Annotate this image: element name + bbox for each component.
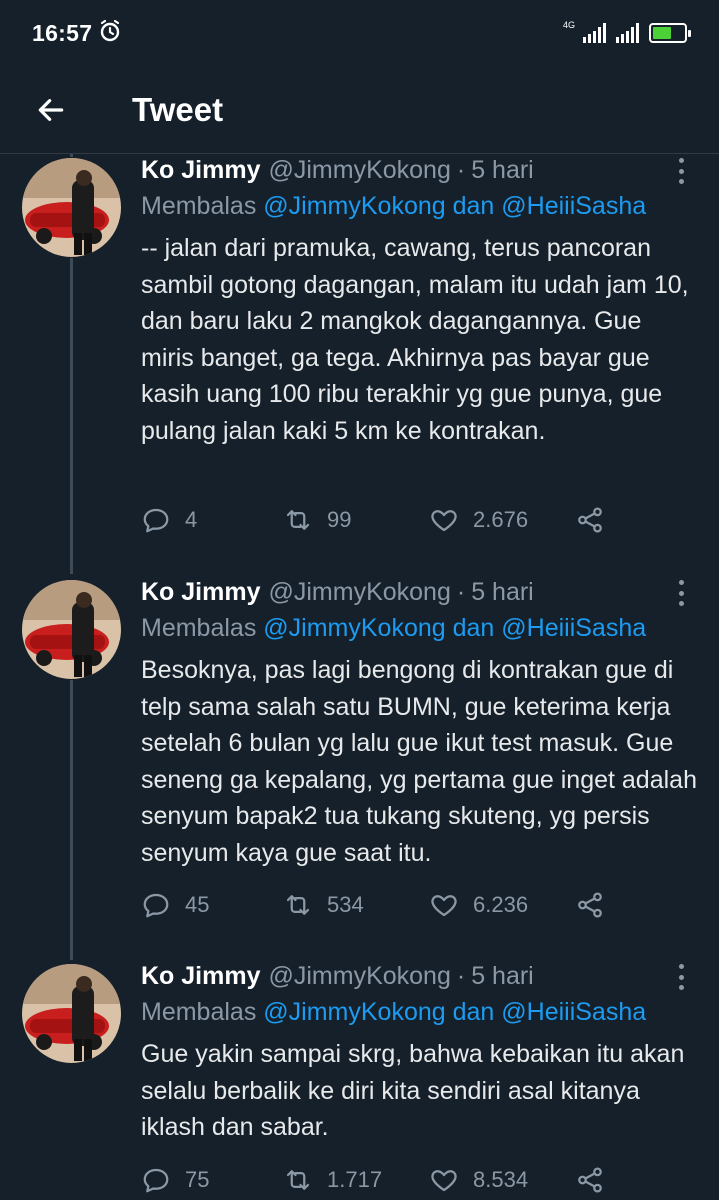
reply-context: Membalas @JimmyKokong dan @HeiiiSasha xyxy=(141,192,691,221)
tweet-item[interactable]: Ko Jimmy @JimmyKokong · 5 hari Membalas … xyxy=(0,960,719,1200)
reply-count: 75 xyxy=(185,1167,210,1192)
reply-mentions-link[interactable]: @JimmyKokong dan @HeiiiSasha xyxy=(263,614,646,642)
reply-count: 4 xyxy=(185,507,198,532)
tweet-text: Gue yakin sampai skrg, bahwa kebaikan it… xyxy=(141,1040,685,1141)
reply-context: Membalas @JimmyKokong dan @HeiiiSasha xyxy=(141,614,691,643)
tweet-actions: 4 99 2.676 xyxy=(141,503,605,537)
heart-icon xyxy=(431,1170,457,1192)
share-icon xyxy=(578,892,602,918)
reply-button[interactable]: 75 xyxy=(141,1165,283,1195)
reply-icon xyxy=(143,1168,169,1193)
tweet-time[interactable]: 5 hari xyxy=(471,962,534,991)
retweet-button[interactable]: 1.717 xyxy=(283,1165,429,1195)
separator-dot: · xyxy=(456,577,466,606)
tweet-actions: 75 1.717 8.534 xyxy=(141,1163,605,1197)
retweet-count: 99 xyxy=(327,507,352,532)
status-bar: 16:57 4G xyxy=(0,0,719,66)
tweet-text: Besoknya, pas lagi bengong di kontrakan … xyxy=(141,656,697,867)
retweet-button[interactable]: 99 xyxy=(283,505,429,535)
like-button[interactable]: 6.236 xyxy=(429,890,575,920)
tweet-item[interactable]: Ko Jimmy @JimmyKokong · 5 hari Membalas … xyxy=(0,154,719,564)
retweet-count: 1.717 xyxy=(327,1167,383,1192)
tweet-actions: 45 534 6.236 xyxy=(141,888,605,922)
author-handle[interactable]: @JimmyKokong xyxy=(268,578,450,607)
tweet-time[interactable]: 5 hari xyxy=(471,578,534,607)
retweet-icon xyxy=(286,895,310,915)
tweet-item[interactable]: Ko Jimmy @JimmyKokong · 5 hari Membalas … xyxy=(0,576,719,960)
reply-count: 45 xyxy=(185,892,210,917)
tweet-time[interactable]: 5 hari xyxy=(471,156,534,185)
separator-dot: · xyxy=(456,961,466,990)
reply-icon xyxy=(143,508,169,533)
author-handle[interactable]: @JimmyKokong xyxy=(268,962,450,991)
reply-prefix: Membalas xyxy=(141,192,257,220)
retweet-button[interactable]: 534 xyxy=(283,890,429,920)
reply-prefix: Membalas xyxy=(141,998,257,1026)
like-count: 6.236 xyxy=(473,892,529,917)
alarm-icon xyxy=(98,19,122,48)
avatar[interactable] xyxy=(22,964,121,1063)
retweet-icon xyxy=(286,1170,310,1190)
author-handle[interactable]: @JimmyKokong xyxy=(268,156,450,185)
battery-charging-icon xyxy=(649,23,691,43)
avatar[interactable] xyxy=(22,580,121,679)
network-type-label: 4G xyxy=(562,20,575,30)
reply-context: Membalas @JimmyKokong dan @HeiiiSasha xyxy=(141,998,691,1027)
share-button[interactable] xyxy=(575,890,605,920)
more-options-button[interactable] xyxy=(671,158,691,184)
retweet-icon xyxy=(286,510,310,530)
tweet-text: -- jalan dari pramuka, cawang, terus pan… xyxy=(141,234,689,445)
avatar[interactable] xyxy=(22,158,121,257)
like-count: 2.676 xyxy=(473,507,529,532)
share-icon xyxy=(578,1167,602,1193)
heart-icon xyxy=(431,895,457,917)
retweet-count: 534 xyxy=(327,892,364,917)
tweet-header: Tweet xyxy=(0,66,719,154)
like-button[interactable]: 2.676 xyxy=(429,505,575,535)
separator-dot: · xyxy=(456,155,466,184)
share-button[interactable] xyxy=(575,505,605,535)
more-options-button[interactable] xyxy=(671,580,691,606)
arrow-left-icon xyxy=(38,98,64,121)
author-name[interactable]: Ko Jimmy xyxy=(141,962,260,991)
heart-icon xyxy=(431,510,457,532)
author-name[interactable]: Ko Jimmy xyxy=(141,578,260,607)
share-icon xyxy=(578,507,602,533)
like-count: 8.534 xyxy=(473,1167,529,1192)
reply-mentions-link[interactable]: @JimmyKokong dan @HeiiiSasha xyxy=(263,192,646,220)
signal-strength-2-icon xyxy=(616,23,639,43)
back-button[interactable] xyxy=(22,81,80,139)
share-button[interactable] xyxy=(575,1165,605,1195)
like-button[interactable]: 8.534 xyxy=(429,1165,575,1195)
reply-button[interactable]: 45 xyxy=(141,890,283,920)
author-name[interactable]: Ko Jimmy xyxy=(141,156,260,185)
reply-icon xyxy=(143,893,169,918)
reply-mentions-link[interactable]: @JimmyKokong dan @HeiiiSasha xyxy=(263,998,646,1026)
reply-button[interactable]: 4 xyxy=(141,505,283,535)
reply-prefix: Membalas xyxy=(141,614,257,642)
status-time: 16:57 xyxy=(32,19,93,46)
page-title: Tweet xyxy=(132,90,224,128)
more-options-button[interactable] xyxy=(671,964,691,990)
signal-strength-icon xyxy=(583,23,606,43)
